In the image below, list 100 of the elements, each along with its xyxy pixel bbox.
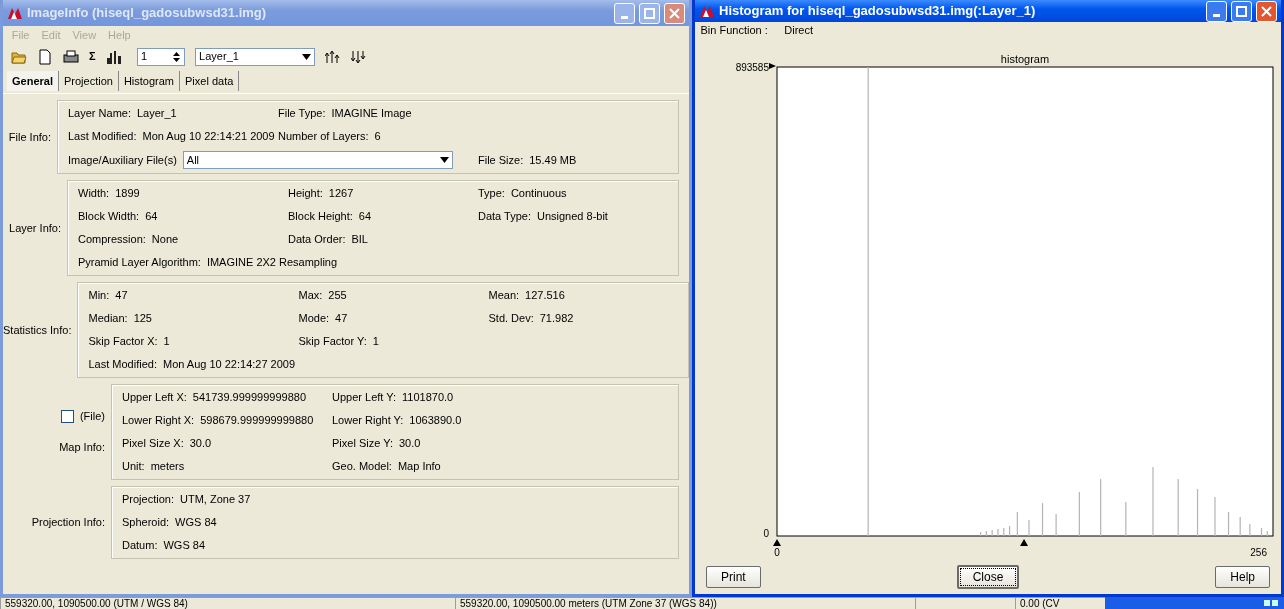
field-label: File Size: bbox=[478, 152, 524, 168]
field-label: Std. Dev: bbox=[488, 311, 534, 326]
close-button[interactable] bbox=[1256, 0, 1277, 22]
tab[interactable]: General bbox=[7, 70, 59, 91]
field-label: Datum: bbox=[122, 538, 158, 553]
field-value: 1 bbox=[163, 334, 170, 349]
field-value: 15.49 MB bbox=[529, 152, 577, 168]
field-label: Image/Auxiliary File(s) bbox=[68, 152, 177, 168]
field-value: 598679.999999999880 bbox=[200, 413, 314, 428]
field-label: Last Modified: bbox=[68, 129, 137, 144]
field-value: 1 bbox=[372, 334, 379, 349]
close-button[interactable] bbox=[664, 2, 685, 24]
tab[interactable]: Pixel data bbox=[180, 70, 240, 91]
field-value: UTM, Zone 37 bbox=[180, 492, 251, 507]
field-label: Layer Name: bbox=[68, 106, 131, 121]
layer-down-icon[interactable] bbox=[351, 48, 368, 65]
layer-dropdown[interactable]: Layer_1 bbox=[195, 47, 316, 66]
field-label: Last Modified: bbox=[88, 357, 157, 372]
dropdown-value: All bbox=[186, 152, 200, 168]
field-label: Projection: bbox=[122, 492, 174, 507]
field-value: 1267 bbox=[328, 186, 354, 201]
field-value: Layer_1 bbox=[137, 106, 177, 121]
field-label: Skip Factor X: bbox=[88, 334, 158, 349]
field-label: Upper Left X: bbox=[122, 390, 187, 405]
field-value: IMAGINE 2X2 Resampling bbox=[206, 255, 338, 270]
field-value: 64 bbox=[358, 209, 372, 224]
dropdown-arrow-icon bbox=[439, 156, 449, 163]
field-value: Mon Aug 10 22:14:21 2009 bbox=[142, 129, 275, 144]
x-axis-label: 256 bbox=[1250, 546, 1267, 558]
field-label: Pixel Size Y: bbox=[332, 436, 393, 451]
field-label: Lower Right Y: bbox=[332, 413, 404, 428]
band-spin-field[interactable]: 1 bbox=[137, 47, 186, 66]
field-label: Type: bbox=[478, 186, 505, 201]
field-label: Data Order: bbox=[288, 232, 346, 247]
field-label: Geo. Model: bbox=[332, 459, 392, 474]
bin-function-value: Direct bbox=[784, 23, 813, 38]
field-value: WGS 84 bbox=[163, 538, 206, 553]
y-axis-label: 0 bbox=[763, 527, 769, 539]
dialog-button[interactable]: Close bbox=[956, 564, 1020, 589]
network-icon bbox=[1262, 598, 1279, 608]
field-label: Mean: bbox=[488, 288, 520, 303]
printer-icon[interactable] bbox=[63, 48, 79, 65]
max-marker-icon[interactable] bbox=[769, 62, 776, 69]
field-label: Median: bbox=[88, 311, 128, 326]
maximize-icon bbox=[644, 7, 655, 19]
field-label: File Type: bbox=[278, 106, 326, 121]
new-page-icon[interactable] bbox=[37, 48, 53, 65]
band-number: 1 bbox=[141, 49, 148, 65]
field-value: 71.982 bbox=[539, 311, 574, 326]
field-label: Upper Left Y: bbox=[332, 390, 396, 405]
field-value: IMAGINE Image bbox=[331, 106, 412, 121]
plot-title: histogram bbox=[1000, 52, 1050, 65]
field-label: Mode: bbox=[298, 311, 330, 326]
y-axis-label: 893585 bbox=[735, 61, 769, 73]
window-title: ImageInfo (hiseql_gadosubwsd31.img) bbox=[27, 4, 268, 23]
file-dropdown[interactable]: All bbox=[182, 150, 453, 169]
layer-up-icon[interactable] bbox=[325, 48, 342, 65]
field-value: 127.516 bbox=[525, 288, 565, 303]
field-value: 64 bbox=[145, 209, 158, 224]
field-value: 1101870.0 bbox=[402, 390, 454, 405]
section-label: Layer Info: bbox=[9, 220, 61, 236]
sigma-button[interactable]: Σ bbox=[89, 48, 96, 65]
minimize-button[interactable] bbox=[1206, 0, 1227, 22]
field-value: None bbox=[151, 232, 179, 247]
field-value: 1063890.0 bbox=[409, 413, 462, 428]
min-marker-icon[interactable] bbox=[773, 538, 781, 546]
field-label: Data Type: bbox=[478, 209, 531, 224]
histogram-icon[interactable] bbox=[105, 48, 122, 65]
tab[interactable]: Projection bbox=[58, 70, 119, 91]
field-label: Max: bbox=[298, 288, 323, 303]
field-value: Mon Aug 10 22:14:27 2009 bbox=[162, 357, 296, 372]
field-value: 47 bbox=[335, 311, 348, 326]
field-label: Unit: bbox=[122, 459, 145, 474]
window-title: Histogram for hiseql_gadosubwsd31.img(:Layer_1) bbox=[719, 2, 1037, 21]
field-value: Continuous bbox=[510, 186, 567, 201]
field-label: Number of Layers: bbox=[278, 129, 369, 144]
field-label: Compression: bbox=[78, 232, 146, 247]
checkbox[interactable] bbox=[61, 410, 75, 423]
dialog-button[interactable]: Print bbox=[706, 565, 761, 588]
layer-name: Layer_1 bbox=[199, 49, 239, 65]
field-value: 6 bbox=[374, 129, 381, 144]
section-label: Statistics Info: bbox=[3, 322, 72, 338]
app-logo-icon bbox=[699, 4, 715, 18]
field-value: Unsigned 8-bit bbox=[537, 209, 608, 224]
dialog-button[interactable]: Help bbox=[1215, 565, 1270, 588]
dropdown-arrow-icon bbox=[302, 53, 312, 60]
field-value: 541739.999999999880 bbox=[192, 390, 306, 405]
field-value: 255 bbox=[328, 288, 347, 303]
x-axis-label: 0 bbox=[774, 546, 780, 558]
field-label: Height: bbox=[288, 186, 323, 201]
field-value: 125 bbox=[133, 311, 152, 326]
field-value: 30.0 bbox=[398, 436, 421, 451]
tab[interactable]: Histogram bbox=[118, 70, 180, 91]
section-label: Map Info: bbox=[59, 439, 105, 455]
field-value: meters bbox=[150, 459, 185, 474]
field-label: Spheroid: bbox=[122, 515, 170, 530]
field-label: Block Width: bbox=[78, 209, 140, 224]
field-label: Min: bbox=[88, 288, 110, 303]
mean-marker-icon[interactable] bbox=[1020, 538, 1029, 546]
maximize-button[interactable] bbox=[1231, 0, 1252, 22]
